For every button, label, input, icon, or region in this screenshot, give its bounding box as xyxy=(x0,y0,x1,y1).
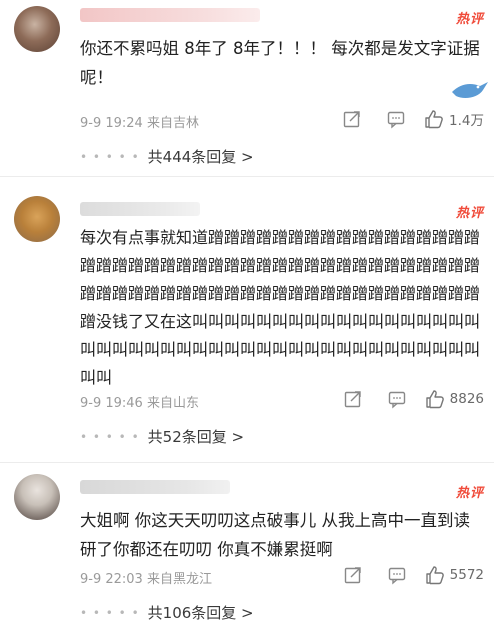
comment-icon[interactable] xyxy=(384,389,410,409)
view-replies-link[interactable]: 共106条回复 > xyxy=(148,602,254,623)
view-replies-link[interactable]: 共444条回复 > xyxy=(148,146,254,167)
username-blurred[interactable] xyxy=(80,8,260,22)
hot-comment-badge: 热评 xyxy=(455,12,484,27)
bird-decoration-icon xyxy=(452,82,488,98)
comment-icon[interactable] xyxy=(383,109,409,129)
comment-meta: 9-9 19:24 来自吉林 xyxy=(80,116,199,131)
comment-actions: 1.4万 xyxy=(339,108,484,130)
comment-meta: 9-9 22:03 来自黑龙江 xyxy=(80,572,212,587)
like-count: 1.4万 xyxy=(449,113,484,129)
comment-card: 热评 你还不累吗姐 8年了 8年了！！！ 每次都是发文字证据呢！ 9-9 19:… xyxy=(0,0,494,177)
view-replies-link[interactable]: 共52条回复 > xyxy=(148,426,244,447)
comment-meta: 9-9 19:46 来自山东 xyxy=(80,396,199,411)
hot-comment-badge: 热评 xyxy=(455,486,484,501)
reply-dots: • • • • • xyxy=(80,605,140,620)
divider xyxy=(0,176,494,177)
replies-row: • • • • • 共444条回复 > xyxy=(80,146,254,167)
like-count: 5572 xyxy=(449,567,484,583)
thumbs-up-icon[interactable] xyxy=(424,388,446,410)
reply-dots: • • • • • xyxy=(80,429,140,444)
divider xyxy=(0,462,494,463)
avatar[interactable] xyxy=(14,6,60,52)
hot-comment-badge: 热评 xyxy=(455,206,484,221)
like-count: 8826 xyxy=(449,391,484,407)
avatar[interactable] xyxy=(14,196,60,242)
share-icon[interactable] xyxy=(340,565,366,585)
comment-text: 大姐啊 你这天天叨叨这点破事儿 从我上高中一直到读研了你都还在叨叨 你真不嫌累挺… xyxy=(80,511,470,559)
thumbs-up-icon[interactable] xyxy=(424,564,446,586)
comment-text: 每次有点事就知道蹭蹭蹭蹭蹭蹭蹭蹭蹭蹭蹭蹭蹭蹭蹭蹭蹭蹭蹭蹭蹭蹭蹭蹭蹭蹭蹭蹭蹭蹭蹭蹭… xyxy=(80,228,481,387)
comment-icon[interactable] xyxy=(384,565,410,585)
comment-text: 你还不累吗姐 8年了 8年了！！！ 每次都是发文字证据呢！ xyxy=(80,39,480,87)
replies-row: • • • • • 共106条回复 > xyxy=(80,602,254,623)
username-blurred[interactable] xyxy=(80,480,230,494)
share-icon[interactable] xyxy=(339,109,365,129)
comment-actions: 8826 xyxy=(340,388,484,410)
avatar[interactable] xyxy=(14,474,60,520)
comment-actions: 5572 xyxy=(340,564,484,586)
share-icon[interactable] xyxy=(340,389,366,409)
username-blurred[interactable] xyxy=(80,202,200,216)
reply-dots: • • • • • xyxy=(80,149,140,164)
replies-row: • • • • • 共52条回复 > xyxy=(80,426,244,447)
thumbs-up-icon[interactable] xyxy=(423,108,445,130)
